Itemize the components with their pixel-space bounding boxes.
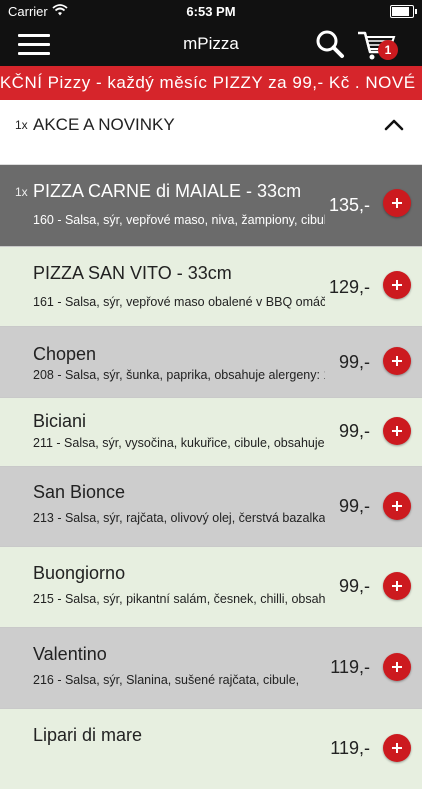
add-to-cart-button[interactable] (383, 734, 411, 762)
item-name: PIZZA SAN VITO - 33cm (33, 263, 232, 283)
item-qty: 1x (15, 185, 28, 199)
status-bar: Carrier 6:53 PM (0, 0, 422, 22)
item-price: 119,- (330, 738, 370, 758)
menu-item[interactable]: San Bionce 213 - Salsa, sýr, rajčata, ol… (0, 467, 422, 547)
chevron-up-icon[interactable] (383, 114, 405, 136)
add-to-cart-button[interactable] (383, 653, 411, 681)
menu-item[interactable]: 1x PIZZA CARNE di MAIALE - 33cm 160 - Sa… (0, 165, 422, 247)
item-name: San Bionce (33, 482, 126, 502)
search-icon[interactable] (314, 28, 346, 60)
item-price: 119,- (330, 657, 370, 677)
item-description: 160 - Salsa, sýr, vepřové maso, niva, ža… (33, 213, 325, 227)
item-description: 216 - Salsa, sýr, Slanina, sušené rajčat… (33, 673, 300, 687)
add-to-cart-button[interactable] (383, 417, 411, 445)
cart-count-badge: 1 (378, 40, 398, 60)
add-to-cart-button[interactable] (383, 271, 411, 299)
item-name: Biciani (33, 411, 87, 431)
promo-ticker: AKČNÍ Pizzy - každý měsíc PIZZY za 99,- … (0, 66, 422, 100)
menu-item[interactable]: Biciani 211 - Salsa, sýr, vysočina, kuku… (0, 398, 422, 467)
item-description: 211 - Salsa, sýr, vysočina, kukuřice, ci… (33, 436, 325, 450)
item-name: PIZZA CARNE di MAIALE - 33cm (33, 181, 302, 201)
menu-item[interactable]: Buongiorno 215 - Salsa, sýr, pikantní sa… (0, 547, 422, 628)
add-to-cart-button[interactable] (383, 189, 411, 217)
item-price: 99,- (338, 421, 370, 441)
item-description: 213 - Salsa, sýr, rajčata, olivový olej,… (33, 511, 325, 525)
promo-ticker-text: AKČNÍ Pizzy - každý měsíc PIZZY za 99,- … (0, 73, 422, 92)
battery-icon (390, 5, 417, 18)
item-price: 99,- (338, 496, 370, 516)
item-price: 99,- (338, 352, 370, 372)
item-name: Chopen (33, 344, 97, 364)
category-qty: 1x (15, 118, 28, 132)
menu-item[interactable]: Chopen 208 - Salsa, sýr, šunka, paprika,… (0, 327, 422, 398)
add-to-cart-button[interactable] (383, 492, 411, 520)
item-description: 208 - Salsa, sýr, šunka, paprika, obsahu… (33, 368, 325, 382)
item-description: 215 - Salsa, sýr, pikantní salám, česnek… (33, 592, 325, 606)
add-to-cart-button[interactable] (383, 572, 411, 600)
item-name: Valentino (33, 644, 107, 664)
add-to-cart-button[interactable] (383, 347, 411, 375)
item-price: 135,- (328, 195, 370, 215)
item-description: 161 - Salsa, sýr, vepřové maso obalené v… (33, 295, 325, 309)
category-header[interactable]: 1x AKCE A NOVINKY (0, 100, 422, 165)
nav-bar: mPizza 1 (0, 22, 422, 66)
menu-item[interactable]: PIZZA SAN VITO - 33cm 161 - Salsa, sýr, … (0, 247, 422, 327)
menu-item[interactable]: Valentino 216 - Salsa, sýr, Slanina, suš… (0, 628, 422, 709)
item-price: 99,- (338, 576, 370, 596)
menu-item[interactable]: Lipari di mare 119,- (0, 709, 422, 789)
category-name: AKCE A NOVINKY (33, 115, 175, 134)
item-name: Buongiorno (33, 563, 126, 583)
item-price: 129,- (328, 277, 370, 297)
status-time: 6:53 PM (186, 4, 236, 19)
item-name: Lipari di mare (33, 725, 143, 745)
